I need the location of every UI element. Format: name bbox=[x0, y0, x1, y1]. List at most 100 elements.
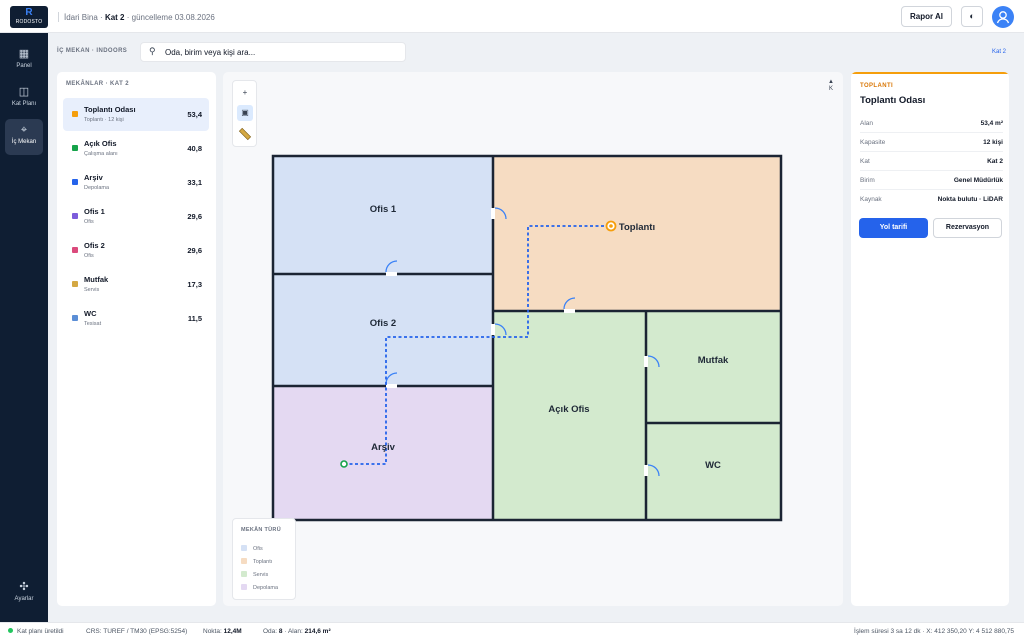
grid-icon: ▦ bbox=[18, 48, 30, 60]
legend-swatch bbox=[241, 545, 247, 551]
legend-label: Ofis bbox=[253, 546, 263, 552]
room-color-dot bbox=[72, 315, 78, 321]
room-color-dot bbox=[72, 281, 78, 287]
sidebar-item-label: Kat Planı bbox=[11, 101, 37, 107]
legend-item: Servis bbox=[241, 571, 268, 578]
breadcrumb-divider bbox=[58, 12, 59, 22]
route-start-marker bbox=[340, 460, 348, 468]
room-ofis-2[interactable] bbox=[273, 274, 493, 386]
route-button[interactable]: Yol tarifi bbox=[859, 218, 928, 238]
detail-value: Nokta bulutu · LiDAR bbox=[937, 196, 1003, 203]
legend-item: Toplantı bbox=[241, 558, 272, 565]
status-points-label: Nokta: bbox=[203, 628, 222, 635]
room-item[interactable]: Arşiv Depolama 33,1 bbox=[63, 166, 209, 199]
room-subtitle: Servis bbox=[84, 287, 100, 293]
status-points: Nokta: 12,4M bbox=[203, 628, 242, 635]
search-bar: İÇ MEKAN · INDOORS ⚲ Kat 2 bbox=[48, 33, 1024, 71]
update-date: · güncelleme 03.08.2026 bbox=[126, 13, 215, 22]
status-coordinates: İşlem süresi 3 sa 12 dk · X: 412 350,20 … bbox=[854, 628, 1014, 635]
north-arrow-icon: ▲ bbox=[828, 79, 834, 85]
room-name: Ofis 2 bbox=[84, 241, 105, 250]
room-item[interactable]: Açık Ofis Çalışma alanı 40,8 bbox=[63, 132, 209, 165]
sidebar-item-ayarlar[interactable]: ✣ Ayarlar bbox=[5, 576, 43, 612]
north-label: K bbox=[828, 86, 833, 92]
search-box[interactable]: ⚲ bbox=[140, 42, 406, 62]
avatar[interactable] bbox=[992, 6, 1014, 28]
detail-value: Kat 2 bbox=[987, 158, 1003, 165]
map-canvas[interactable]: Ofis 1 Ofis 2 Arşiv Toplantı Açık Ofis M… bbox=[223, 72, 843, 606]
report-button[interactable]: Rapor Al bbox=[901, 6, 952, 27]
legend-swatch bbox=[241, 558, 247, 564]
detail-row-alan: Alan 53,4 m² bbox=[860, 114, 1003, 133]
room-subtitle: Toplantı · 12 kişi bbox=[84, 117, 124, 123]
settings-icon: ✣ bbox=[19, 581, 29, 593]
ruler-icon bbox=[238, 127, 252, 141]
room-mutfak[interactable] bbox=[646, 311, 781, 423]
reservation-button[interactable]: Rezervasyon bbox=[933, 218, 1002, 238]
status-rooms-value: 8 bbox=[278, 628, 283, 635]
room-area: 17,3 bbox=[187, 280, 202, 289]
select-icon[interactable]: ▣ bbox=[237, 105, 253, 121]
room-color-dot bbox=[72, 179, 78, 185]
status-rooms: Oda: 8 · Alan: 214,6 m² bbox=[263, 628, 331, 635]
room-area: 11,5 bbox=[187, 314, 202, 323]
zoom-in-icon[interactable]: + bbox=[237, 85, 253, 101]
measure-icon[interactable] bbox=[237, 126, 253, 142]
room-item[interactable]: Mutfak Servis 17,3 bbox=[63, 268, 209, 301]
logo-text: RODOSTO bbox=[15, 19, 43, 25]
status-bar: Kat planı üretildi CRS: TUREF / TM30 (EP… bbox=[0, 622, 1024, 640]
room-ofis-1[interactable] bbox=[273, 156, 493, 274]
room-name: Ofis 1 bbox=[84, 207, 105, 216]
sidebar-item-panel[interactable]: ▦ Panel bbox=[5, 43, 43, 79]
room-item[interactable]: Ofis 1 Ofis 29,6 bbox=[63, 200, 209, 233]
sidebar-item-ic-mekan[interactable]: ⌖ İç Mekan bbox=[5, 119, 43, 155]
status-crs: CRS: TUREF / TM30 (EPSG:5254) bbox=[86, 628, 188, 635]
room-acik-ofis[interactable] bbox=[493, 311, 646, 520]
room-subtitle: Depolama bbox=[84, 185, 110, 191]
detail-key: Kat bbox=[860, 158, 870, 165]
room-subtitle: Ofis bbox=[84, 253, 94, 259]
room-color-dot bbox=[72, 247, 78, 253]
room-subtitle: Çalışma alanı bbox=[84, 151, 118, 157]
room-color-dot bbox=[72, 213, 78, 219]
room-item[interactable]: Toplantı Odası Toplantı · 12 kişi 53,4 bbox=[63, 98, 209, 131]
breadcrumb-separator: · bbox=[100, 13, 103, 22]
detail-value: 53,4 m² bbox=[980, 120, 1003, 127]
user-icon bbox=[996, 11, 1010, 24]
search-icon: ⚲ bbox=[149, 46, 156, 56]
logo: R RODOSTO bbox=[10, 6, 48, 28]
map-label-mutfak: Mutfak bbox=[698, 355, 729, 366]
room-color-dot bbox=[72, 111, 78, 117]
map-label-arsiv: Arşiv bbox=[371, 442, 395, 453]
accent-bar bbox=[851, 72, 1009, 74]
floor-plan: Ofis 1 Ofis 2 Arşiv Toplantı Açık Ofis M… bbox=[271, 154, 783, 522]
room-arsiv[interactable] bbox=[273, 386, 493, 520]
floorplan-icon: ◫ bbox=[18, 86, 30, 98]
detail-value: Genel Müdürlük bbox=[953, 177, 1003, 184]
breadcrumb-building[interactable]: İdari Bina bbox=[64, 13, 98, 22]
room-item[interactable]: Ofis 2 Ofis 29,6 bbox=[63, 234, 209, 267]
top-bar: R RODOSTO İdari Bina · Kat 2 · güncellem… bbox=[0, 0, 1024, 33]
room-toplanti[interactable] bbox=[493, 156, 781, 311]
room-name: Açık Ofis bbox=[84, 139, 117, 148]
status-points-value: 12,4M bbox=[223, 628, 242, 635]
route-end-dot bbox=[609, 224, 613, 228]
search-input[interactable] bbox=[165, 45, 401, 60]
detail-key: Kapasite bbox=[860, 139, 886, 146]
rooms-panel-title: MEKÂNLAR · KAT 2 bbox=[66, 81, 129, 87]
status-generated-text: Kat planı üretildi bbox=[17, 628, 64, 635]
breadcrumb-floor: Kat 2 bbox=[104, 13, 125, 22]
room-detail-panel: TOPLANTI Toplantı Odası Alan 53,4 m² Kapa… bbox=[851, 72, 1009, 606]
floor-link[interactable]: Kat 2 bbox=[992, 49, 1006, 55]
room-wc[interactable] bbox=[646, 423, 781, 520]
room-area: 33,1 bbox=[187, 178, 202, 187]
sidebar-item-label: Ayarlar bbox=[14, 596, 34, 602]
sidebar-item-kat-plani[interactable]: ◫ Kat Planı bbox=[5, 81, 43, 117]
status-area-label: · Alan: bbox=[284, 628, 303, 635]
room-item[interactable]: WC Tesisat 11,5 bbox=[63, 302, 209, 335]
sidebar-item-label: İç Mekan bbox=[11, 139, 37, 145]
theme-toggle-icon[interactable]: ◐ bbox=[961, 6, 983, 27]
room-color-dot bbox=[72, 145, 78, 151]
logo-mark: R bbox=[25, 7, 33, 18]
legend-item: Depolama bbox=[241, 584, 278, 591]
